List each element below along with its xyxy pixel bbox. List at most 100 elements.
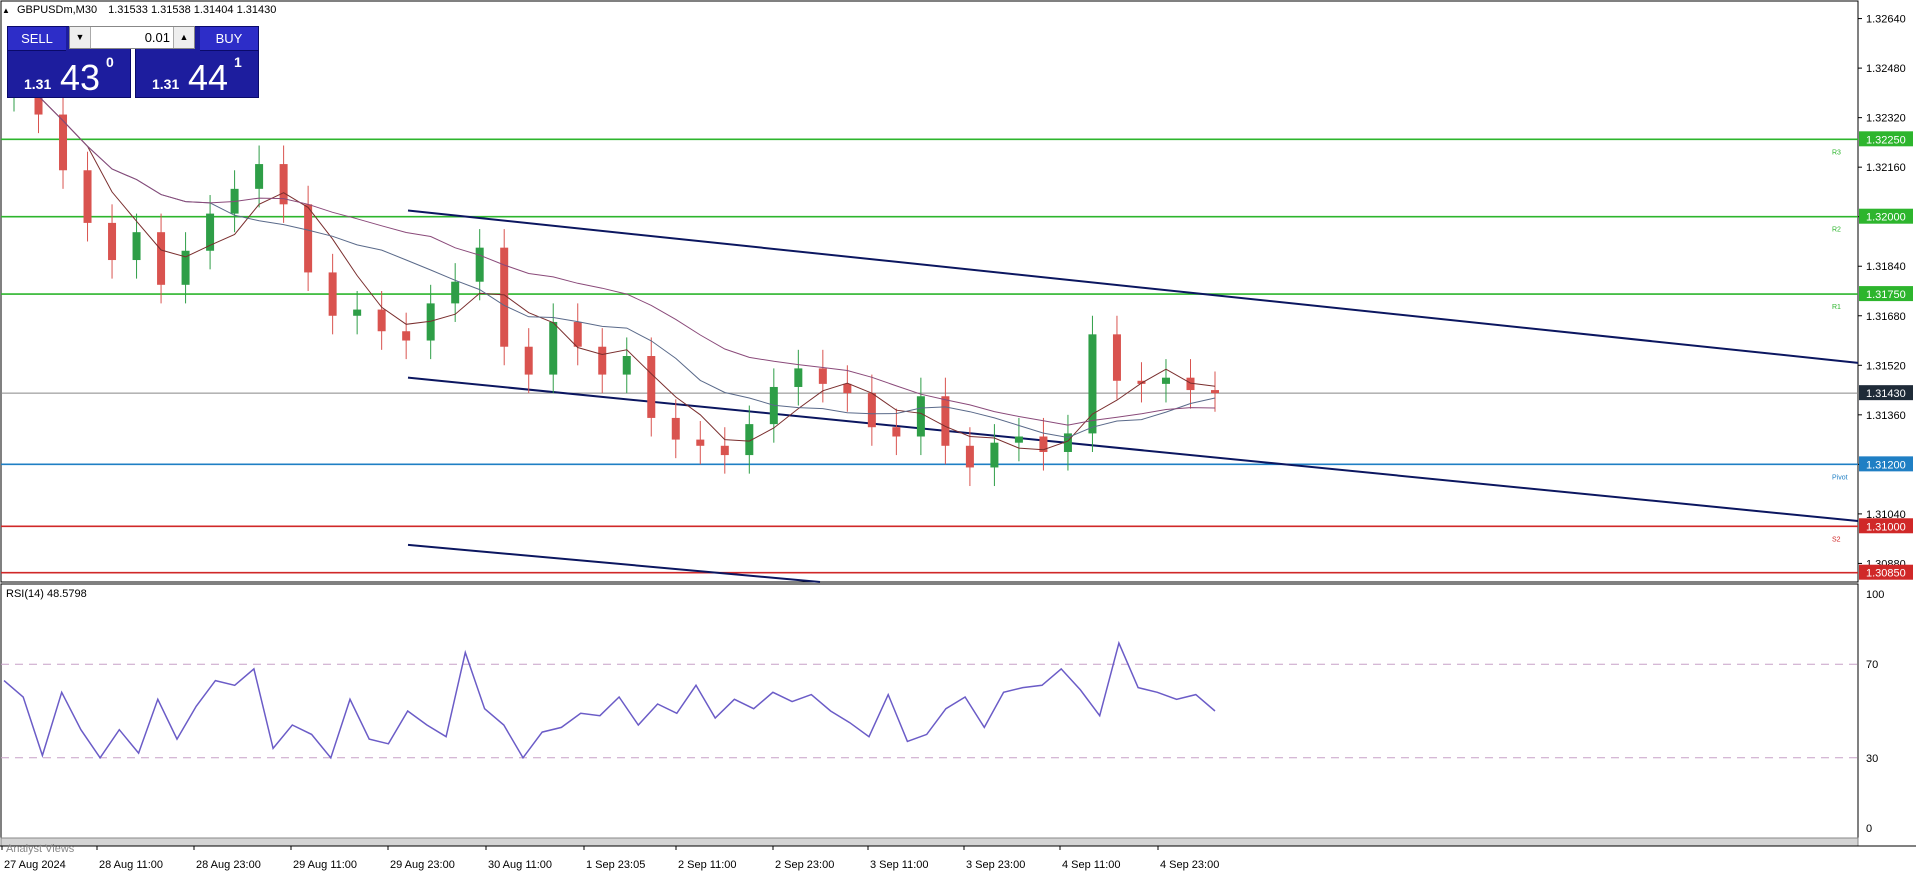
lot-dropdown-icon[interactable]: ▼ bbox=[70, 27, 91, 48]
time-axis-label: 3 Sep 11:00 bbox=[870, 859, 929, 871]
sell-price-fraction: 0 bbox=[106, 54, 114, 70]
ma-slow-line bbox=[13, 77, 1216, 426]
candle-body bbox=[916, 396, 925, 437]
candle-body bbox=[867, 393, 876, 428]
candle-body bbox=[108, 222, 117, 261]
lot-size-input[interactable]: 0.01 bbox=[94, 27, 170, 48]
candle-body bbox=[598, 346, 607, 375]
price-axis-label: 1.31840 bbox=[1866, 261, 1906, 273]
candle-body bbox=[255, 164, 264, 189]
price-axis-label: 1.32640 bbox=[1866, 14, 1906, 26]
rsi-axis-label: 0 bbox=[1866, 823, 1872, 835]
time-axis-label: 4 Sep 11:00 bbox=[1062, 859, 1121, 871]
candle-body bbox=[328, 272, 337, 316]
sell-price[interactable]: 1.31 43 0 bbox=[8, 54, 130, 98]
level-price-label: 1.32250 bbox=[1866, 134, 1906, 146]
rsi-pane-frame bbox=[0, 583, 1859, 839]
buy-price[interactable]: 1.31 44 1 bbox=[136, 54, 258, 98]
candle-body bbox=[475, 247, 484, 282]
time-axis-label: 29 Aug 11:00 bbox=[293, 859, 357, 871]
level-name: R2 bbox=[1832, 227, 1841, 234]
candle-body bbox=[573, 321, 582, 347]
time-axis-label: 4 Sep 23:00 bbox=[1160, 859, 1219, 871]
price-pane-frame bbox=[0, 0, 1859, 583]
level-price-label: 1.30850 bbox=[1866, 568, 1906, 580]
price-axis-label: 1.32160 bbox=[1866, 162, 1906, 174]
level-price-label: 1.31000 bbox=[1866, 521, 1906, 533]
candle-body bbox=[1161, 377, 1170, 384]
candle-body bbox=[622, 356, 631, 375]
price-axis-label: 1.31520 bbox=[1866, 360, 1906, 372]
candle-body bbox=[377, 309, 386, 332]
candle-body bbox=[1211, 390, 1219, 394]
candle-body bbox=[1088, 334, 1097, 434]
time-axis-label: 28 Aug 23:00 bbox=[196, 859, 261, 871]
rsi-axis-label: 100 bbox=[1866, 589, 1884, 601]
candle-body bbox=[843, 383, 852, 394]
candle-body bbox=[1112, 334, 1121, 381]
candle-body bbox=[818, 368, 827, 384]
price-axis-label: 1.31680 bbox=[1866, 311, 1906, 323]
channel-line bbox=[407, 543, 821, 583]
rsi-axis-label: 70 bbox=[1866, 659, 1878, 671]
one-click-trading-panel: SELL 1.31 43 0 ▼ 0.01 ▲ BUY 1.31 44 1 bbox=[7, 26, 259, 98]
price-axis-label: 1.32480 bbox=[1866, 63, 1906, 75]
candle-body bbox=[892, 427, 901, 437]
price-axis-label: 1.31360 bbox=[1866, 410, 1906, 422]
time-axis-label: 2 Sep 11:00 bbox=[678, 859, 737, 871]
collapse-triangle-icon[interactable]: ▲ bbox=[2, 6, 10, 15]
candle-body bbox=[157, 232, 166, 285]
time-axis-label: 29 Aug 23:00 bbox=[390, 859, 455, 871]
candle-body bbox=[1014, 436, 1023, 443]
candle-body bbox=[696, 439, 705, 446]
sell-button[interactable]: SELL bbox=[8, 27, 66, 51]
candle-body bbox=[549, 321, 558, 375]
level-name: R1 bbox=[1832, 304, 1841, 311]
channel-line bbox=[407, 209, 1859, 364]
candle-body bbox=[720, 445, 729, 456]
sell-price-prefix: 1.31 bbox=[24, 76, 52, 92]
level-name: S2 bbox=[1832, 536, 1841, 543]
sell-price-pips: 43 bbox=[60, 57, 101, 98]
time-axis-label: 1 Sep 23:05 bbox=[586, 859, 645, 871]
ma-fast-line bbox=[13, 77, 1216, 451]
candle-body bbox=[647, 356, 656, 418]
time-axis-label: 27 Aug 2024 bbox=[4, 859, 66, 871]
buy-button[interactable]: BUY bbox=[200, 27, 258, 51]
analyst-views-bar[interactable] bbox=[0, 837, 1859, 847]
lot-size-stepper[interactable]: ▼ 0.01 ▲ bbox=[69, 26, 195, 49]
level-price-label: 1.31750 bbox=[1866, 289, 1906, 301]
candle-body bbox=[132, 232, 141, 261]
candle-body bbox=[353, 309, 362, 316]
chart-header: ▲ GBPUSDm,M30 1.31533 1.31538 1.31404 1.… bbox=[2, 4, 276, 16]
candle-body bbox=[990, 442, 999, 468]
rsi-axis-label: 30 bbox=[1866, 753, 1878, 765]
candle-body bbox=[59, 114, 68, 171]
buy-price-fraction: 1 bbox=[234, 54, 242, 70]
candle-body bbox=[524, 346, 533, 375]
candle-body bbox=[794, 368, 803, 387]
candle-body bbox=[304, 204, 313, 273]
candle-body bbox=[402, 331, 411, 341]
rsi-line bbox=[3, 640, 1216, 760]
price-axis-label: 1.32320 bbox=[1866, 113, 1906, 125]
lot-increase-icon[interactable]: ▲ bbox=[173, 27, 194, 48]
analyst-views-tab[interactable]: Analyst Views bbox=[6, 843, 74, 855]
candle-body bbox=[965, 445, 974, 468]
candle-body bbox=[941, 396, 950, 446]
candle-body bbox=[671, 417, 680, 440]
price-chart[interactable]: 1.32640 1.32480 1.32320 1.32160 1.32000 1.318… bbox=[0, 0, 1916, 874]
time-axis-label: 28 Aug 11:00 bbox=[99, 859, 163, 871]
level-price-label: 1.32000 bbox=[1866, 212, 1906, 224]
symbol-timeframe: GBPUSDm,M30 bbox=[16, 4, 98, 16]
ohlc-values: 1.31533 1.31538 1.31404 1.31430 bbox=[108, 4, 277, 16]
ma-mid-line bbox=[13, 77, 1216, 439]
buy-price-prefix: 1.31 bbox=[152, 76, 180, 92]
current-price-label: 1.31430 bbox=[1866, 388, 1906, 400]
time-axis-label: 2 Sep 23:00 bbox=[775, 859, 834, 871]
time-axis-label: 3 Sep 23:00 bbox=[966, 859, 1025, 871]
channel-line bbox=[407, 376, 1859, 523]
buy-price-pips: 44 bbox=[188, 57, 229, 98]
level-name: Pivot bbox=[1832, 474, 1848, 481]
rsi-indicator-label: RSI(14) 48.5798 bbox=[6, 588, 87, 600]
